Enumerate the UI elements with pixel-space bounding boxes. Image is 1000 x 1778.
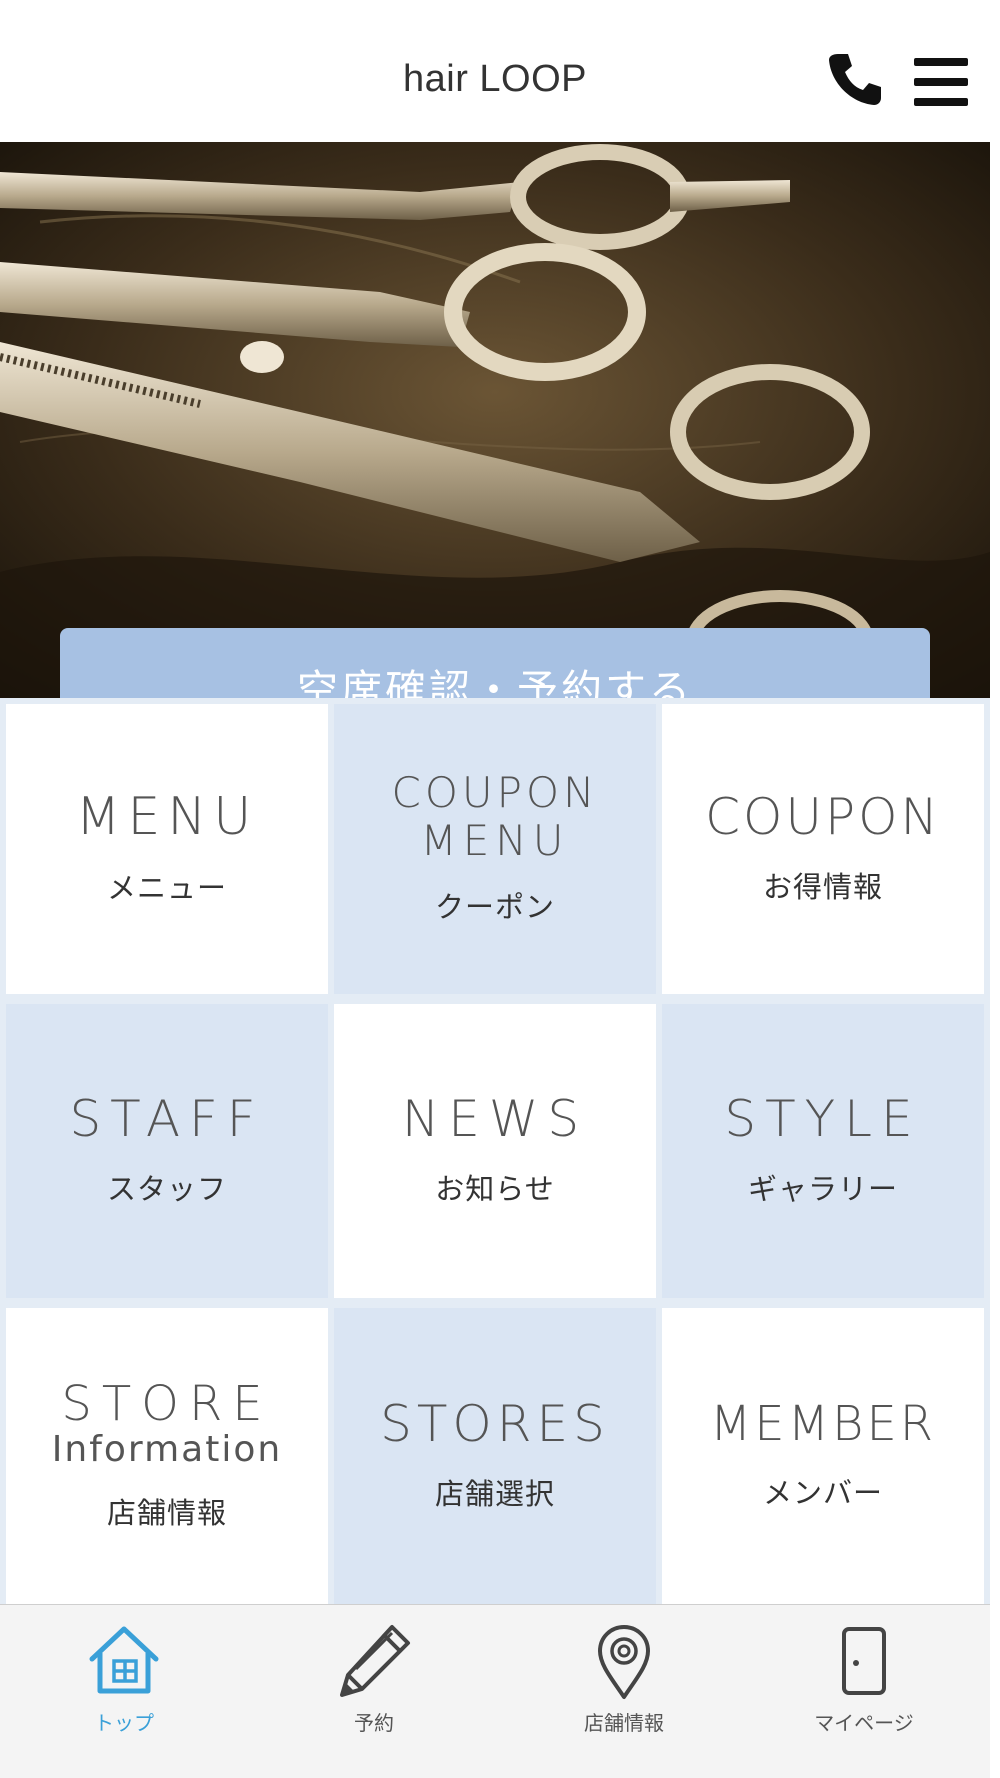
reserve-button[interactable]: 空席確認・予約する bbox=[60, 628, 930, 698]
tile-style[interactable]: STYLE ギャラリー bbox=[662, 1004, 984, 1298]
tab-reserve-label: 予約 bbox=[354, 1711, 394, 1735]
tile-stores-title: STORES bbox=[380, 1395, 610, 1453]
tile-coupon-menu-title: COUPON bbox=[391, 768, 599, 817]
tile-coupon-menu[interactable]: COUPON MENU クーポン bbox=[334, 704, 656, 994]
tile-member-title: MEMBER bbox=[709, 1396, 937, 1452]
tile-coupon-title: COUPON bbox=[705, 788, 941, 846]
pencil-icon bbox=[340, 1625, 410, 1697]
tab-store-info-label: 店舗情報 bbox=[584, 1711, 664, 1735]
tile-menu-label: メニュー bbox=[106, 871, 227, 905]
tab-top-label: トップ bbox=[94, 1711, 154, 1735]
bottom-tab-bar: トップ 予約 店舗情報 マイページ bbox=[0, 1604, 990, 1778]
tab-top[interactable]: トップ bbox=[4, 1615, 244, 1765]
door-icon bbox=[842, 1627, 886, 1695]
app-header: hair LOOP bbox=[0, 0, 1000, 142]
tile-news-label: お知らせ bbox=[435, 1172, 555, 1206]
scissors-photo bbox=[0, 142, 990, 698]
tab-mypage[interactable]: マイページ bbox=[744, 1615, 984, 1765]
tile-news-title: NEWS bbox=[401, 1090, 589, 1148]
tile-staff-label: スタッフ bbox=[106, 1172, 227, 1206]
tile-coupon[interactable]: COUPON お得情報 bbox=[662, 704, 984, 994]
tile-news[interactable]: NEWS お知らせ bbox=[334, 1004, 656, 1298]
tile-member[interactable]: MEMBER メンバー bbox=[662, 1308, 984, 1604]
page-title: hair LOOP bbox=[402, 58, 588, 100]
tile-stores-label: 店舗選択 bbox=[434, 1477, 555, 1511]
tab-store-info[interactable]: 店舗情報 bbox=[504, 1615, 744, 1765]
tile-style-title: STYLE bbox=[724, 1090, 922, 1148]
tile-coupon-label: お得情報 bbox=[762, 870, 883, 904]
hamburger-menu-icon[interactable] bbox=[912, 56, 970, 108]
tab-mypage-label: マイページ bbox=[814, 1711, 914, 1735]
tile-member-label: メンバー bbox=[762, 1476, 883, 1510]
tile-style-label: ギャラリー bbox=[747, 1172, 898, 1206]
tile-coupon-menu-subtitle: MENU bbox=[420, 816, 570, 865]
tile-menu-title: MENU bbox=[75, 787, 259, 847]
menu-grid: MENU メニュー COUPON MENU クーポン COUPON お得情報 S… bbox=[0, 698, 990, 1604]
hero-banner: 空席確認・予約する bbox=[0, 142, 990, 698]
tile-store-label: 店舗情報 bbox=[106, 1496, 227, 1530]
tile-stores[interactable]: STORES 店舗選択 bbox=[334, 1308, 656, 1604]
tile-store-subtitle: Information bbox=[51, 1429, 283, 1470]
tile-coupon-menu-label: クーポン bbox=[434, 890, 555, 924]
home-icon bbox=[89, 1626, 159, 1694]
tile-staff-title: STAFF bbox=[69, 1090, 265, 1148]
map-pin-icon bbox=[598, 1625, 650, 1699]
tile-store-information[interactable]: STORE Information 店舗情報 bbox=[6, 1308, 328, 1604]
tile-store-title: STORE bbox=[61, 1376, 273, 1432]
tile-staff[interactable]: STAFF スタッフ bbox=[6, 1004, 328, 1298]
tile-menu[interactable]: MENU メニュー bbox=[6, 704, 328, 994]
phone-icon[interactable] bbox=[826, 50, 884, 108]
tab-reserve[interactable]: 予約 bbox=[254, 1615, 494, 1765]
